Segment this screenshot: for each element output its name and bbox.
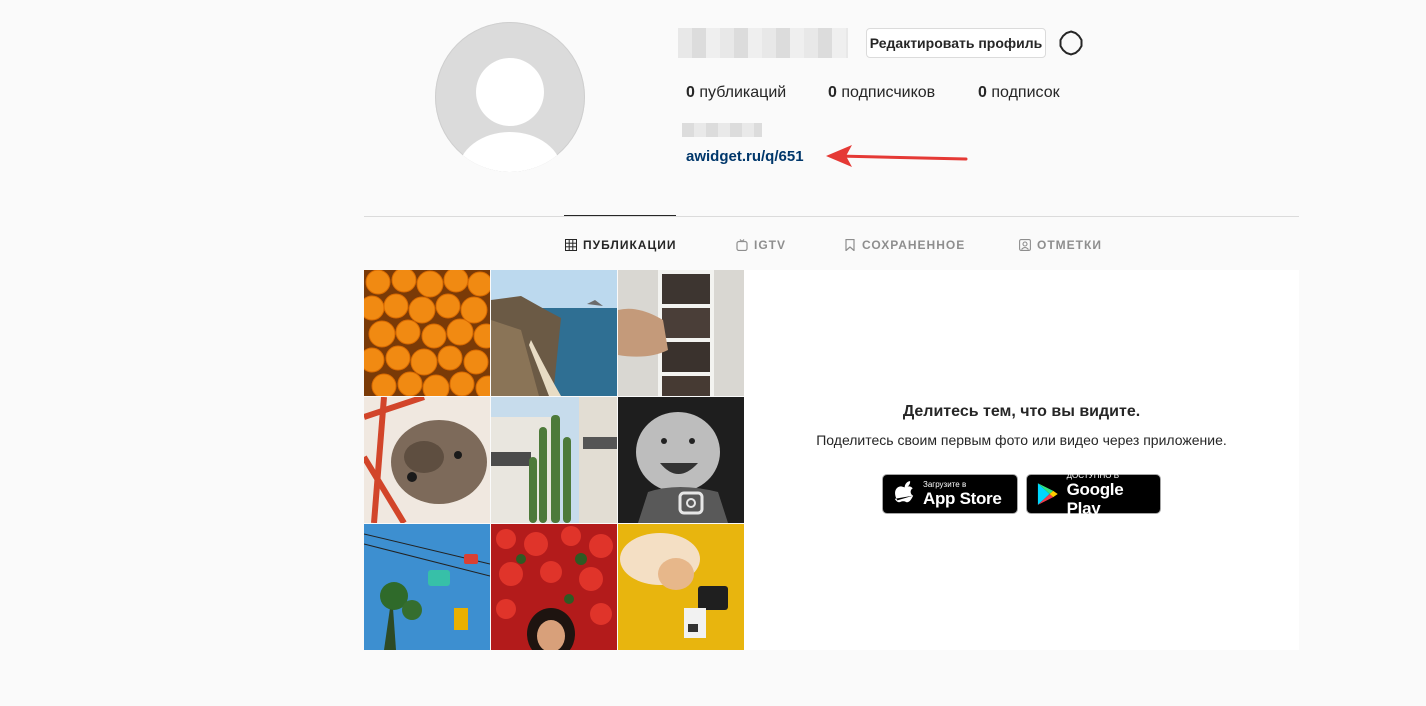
tab-posts-label: ПУБЛИКАЦИИ	[583, 238, 677, 252]
followers-label: подписчиков	[841, 84, 936, 101]
sample-photo-oranges	[364, 270, 490, 396]
sample-photo-skyride	[364, 524, 490, 650]
app-promo-panel: Делитесь тем, что вы видите. Поделитесь …	[744, 270, 1299, 650]
promo-description: Поделитесь своим первым фото или видео ч…	[816, 432, 1227, 448]
username-redacted	[678, 28, 848, 58]
avatar-body-shape	[458, 132, 562, 172]
tab-tagged[interactable]: ОТМЕТКИ	[1019, 236, 1102, 254]
following-count-stat[interactable]: 0 подписок	[978, 84, 1060, 102]
posts-count-stat: 0 публикаций	[686, 84, 786, 102]
tab-igtv-label: IGTV	[754, 238, 787, 252]
sample-photo-coast	[491, 270, 617, 396]
google-play-big-label: Google Play	[1066, 479, 1124, 518]
google-play-small-label: ДОСТУПНО В	[1066, 470, 1120, 480]
posts-label: публикаций	[699, 84, 787, 101]
following-count: 0	[978, 84, 987, 101]
google-play-text: ДОСТУПНО В Google Play	[1067, 471, 1160, 518]
red-annotation-arrow	[826, 145, 968, 167]
google-play-logo-icon	[1037, 483, 1058, 505]
bio-website-link[interactable]: awidget.ru/q/651	[686, 148, 804, 165]
following-label: подписок	[991, 84, 1060, 101]
grid-icon	[565, 239, 577, 251]
settings-gear-icon[interactable]	[1058, 30, 1084, 56]
apple-logo-icon	[895, 481, 914, 503]
tabs-divider	[364, 216, 1299, 217]
app-store-text: Загрузите в App Store	[923, 480, 1002, 508]
google-play-button[interactable]: ДОСТУПНО В Google Play	[1026, 471, 1161, 518]
sample-photo-grid	[364, 270, 744, 650]
edit-profile-button[interactable]: Редактировать профиль	[866, 28, 1046, 58]
followers-count-stat[interactable]: 0 подписчиков	[828, 84, 935, 102]
sample-photo-photobooth	[618, 270, 744, 396]
followers-count: 0	[828, 84, 837, 101]
active-tab-indicator	[564, 215, 676, 216]
tab-saved[interactable]: СОХРАНЕННОЕ	[844, 236, 965, 254]
sample-photo-baby	[618, 397, 744, 523]
igtv-icon	[736, 239, 748, 251]
avatar-head-shape	[476, 58, 544, 126]
app-store-button[interactable]: Загрузите в App Store	[882, 474, 1018, 514]
sample-photo-flowers	[491, 524, 617, 650]
posts-count: 0	[686, 84, 695, 101]
sample-photo-dog	[364, 397, 490, 523]
promo-title: Делитесь тем, что вы видите.	[902, 403, 1141, 420]
full-name-redacted	[682, 123, 762, 137]
tagged-icon	[1019, 239, 1031, 251]
tab-tagged-label: ОТМЕТКИ	[1037, 238, 1102, 252]
tab-posts[interactable]: ПУБЛИКАЦИИ	[565, 236, 676, 254]
tab-saved-label: СОХРАНЕННОЕ	[862, 238, 966, 252]
sample-photo-cactus	[491, 397, 617, 523]
tab-igtv[interactable]: IGTV	[736, 236, 786, 254]
bookmark-icon	[845, 239, 855, 251]
profile-avatar[interactable]	[435, 22, 585, 172]
app-store-small-label: Загрузите в	[923, 480, 967, 489]
sample-photo-cat	[618, 524, 744, 650]
app-store-big-label: App Store	[923, 489, 1002, 508]
